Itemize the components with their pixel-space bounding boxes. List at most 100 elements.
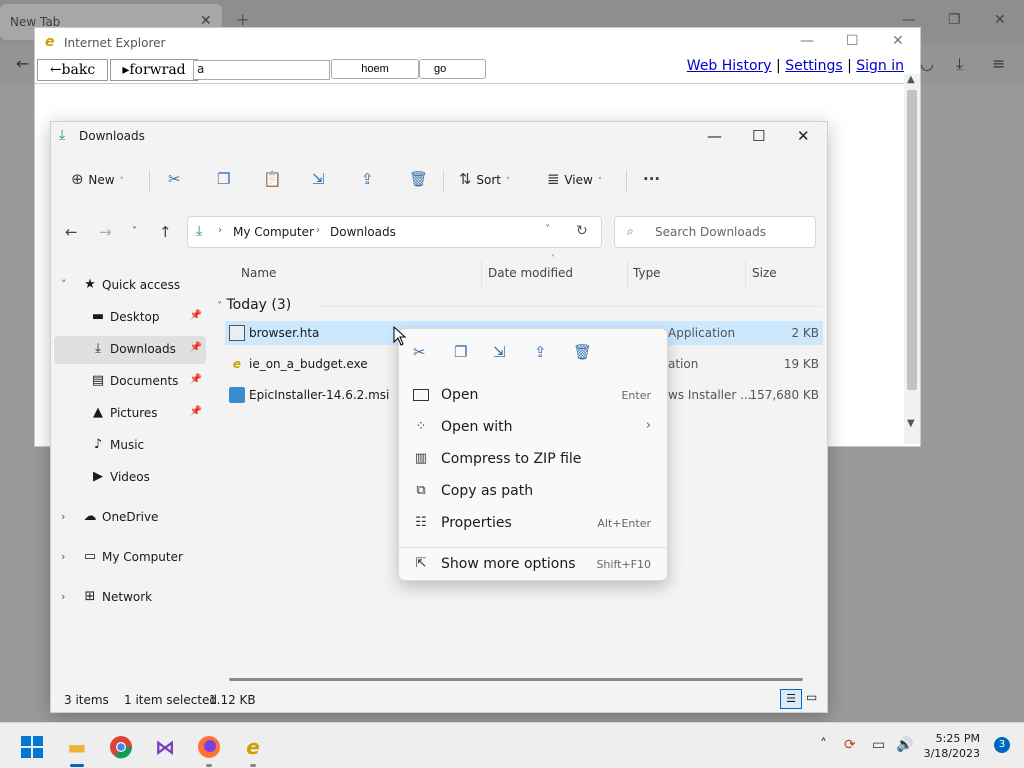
- system-clock[interactable]: 5:25 PM 3/18/2023: [924, 731, 980, 761]
- explorer-maximize-icon[interactable]: ☐: [752, 127, 765, 145]
- new-label: New: [88, 173, 115, 187]
- go-button[interactable]: go: [419, 59, 486, 79]
- back-arrow-icon[interactable]: ←: [65, 223, 78, 241]
- rename-icon[interactable]: ⇲: [493, 343, 506, 361]
- visual-studio-icon[interactable]: ⋈: [149, 731, 181, 763]
- refresh-icon[interactable]: ↻: [576, 223, 588, 239]
- nav-item-desktop[interactable]: ▬ Desktop 📌: [54, 304, 206, 332]
- nav-item-videos[interactable]: ▶ Videos: [54, 464, 206, 492]
- horizontal-scrollbar[interactable]: [229, 678, 803, 681]
- group-header-today[interactable]: ˅ Today (3): [217, 297, 291, 313]
- file-explorer-icon[interactable]: ▬: [61, 731, 93, 767]
- new-button[interactable]: ⊕ New ˅: [71, 170, 124, 188]
- nav-label: OneDrive: [102, 510, 159, 524]
- breadcrumb-downloads[interactable]: Downloads: [330, 225, 396, 239]
- browser-back-icon[interactable]: ←: [16, 54, 29, 73]
- display-icon[interactable]: ▭: [872, 737, 885, 753]
- menu-icon[interactable]: ≡: [992, 54, 1005, 73]
- up-arrow-icon[interactable]: ↑: [159, 223, 172, 241]
- expand-chevron-icon[interactable]: ›: [61, 510, 65, 523]
- scroll-down-icon[interactable]: ▼: [907, 418, 915, 429]
- menu-item-label: Show more options: [441, 556, 576, 572]
- tiles-view-icon[interactable]: ▭: [806, 690, 817, 704]
- explorer-minimize-icon[interactable]: —: [707, 127, 722, 145]
- more-options-icon[interactable]: ···: [643, 170, 660, 188]
- nav-item-music[interactable]: ♪ Music: [54, 432, 206, 460]
- nav-item-documents[interactable]: ▤ Documents 📌: [54, 368, 206, 396]
- browser-minimize-icon[interactable]: —: [902, 12, 916, 28]
- copy-icon[interactable]: ❐: [454, 343, 467, 361]
- forward-arrow-icon[interactable]: →: [99, 223, 112, 241]
- share-icon[interactable]: ⇪: [361, 170, 374, 188]
- back-button[interactable]: ←bakc: [37, 59, 108, 81]
- ie-scrollbar[interactable]: ▲ ▼: [904, 74, 920, 444]
- explorer-close-icon[interactable]: ✕: [797, 127, 810, 145]
- rename-icon[interactable]: ⇲: [312, 170, 325, 188]
- column-header-name[interactable]: Name: [241, 266, 276, 280]
- show-hidden-icons-icon[interactable]: ˄: [820, 737, 827, 753]
- file-type: ws Installer ...: [668, 388, 752, 402]
- recent-locations-icon[interactable]: ˅: [132, 226, 137, 237]
- nav-item-downloads[interactable]: ⤓ Downloads 📌: [54, 336, 206, 364]
- sort-button[interactable]: ⇅ Sort ˅: [459, 170, 510, 188]
- menu-item-open[interactable]: Open Enter: [403, 380, 665, 410]
- forward-button[interactable]: ▸forwrad: [110, 59, 198, 81]
- ie-minimize-icon[interactable]: —: [800, 33, 814, 49]
- notification-badge[interactable]: 3: [994, 737, 1010, 753]
- address-bar[interactable]: ⤓ › My Computer › Downloads ˅ ↻: [187, 216, 602, 248]
- menu-item-copy-as-path[interactable]: ⧉ Copy as path: [403, 476, 665, 506]
- expand-chevron-icon[interactable]: ˅: [61, 278, 67, 291]
- details-view-icon[interactable]: ☰: [780, 689, 802, 709]
- status-size: 1.12 KB: [209, 693, 256, 707]
- menu-item-properties[interactable]: ☷ Properties Alt+Enter: [403, 508, 665, 538]
- firefox-icon[interactable]: [193, 731, 225, 767]
- sync-icon[interactable]: ⟳: [844, 737, 856, 753]
- windows-start-icon[interactable]: [16, 731, 48, 763]
- collapse-chevron-icon[interactable]: ˅: [217, 301, 222, 312]
- nav-item-my-computer[interactable]: › ▭ My Computer: [54, 544, 206, 572]
- delete-icon[interactable]: 🗑: [573, 343, 592, 361]
- address-dropdown-icon[interactable]: ˅: [545, 224, 550, 235]
- copy-icon[interactable]: ❐: [217, 170, 230, 188]
- sign-in-link[interactable]: Sign in: [856, 58, 904, 74]
- pocket-icon[interactable]: ◡: [920, 54, 934, 73]
- settings-link[interactable]: Settings: [785, 58, 842, 74]
- breadcrumb-my-computer[interactable]: My Computer: [233, 225, 314, 239]
- group-divider: [319, 306, 821, 307]
- ie-close-icon[interactable]: ✕: [892, 33, 904, 49]
- ie-maximize-icon[interactable]: ☐: [846, 33, 859, 49]
- url-input[interactable]: a: [193, 60, 330, 80]
- menu-item-show-more-options[interactable]: ⇱ Show more options Shift+F10: [403, 549, 665, 579]
- search-input[interactable]: ⌕ Search Downloads: [614, 216, 816, 248]
- scroll-up-icon[interactable]: ▲: [907, 74, 915, 85]
- nav-item-pictures[interactable]: ▲ Pictures 📌: [54, 400, 206, 428]
- status-bar: 3 items 1 item selected 1.12 KB ☰ ▭: [51, 688, 827, 712]
- paste-icon[interactable]: 📋: [263, 170, 282, 188]
- file-size: 2 KB: [791, 326, 819, 340]
- browser-close-icon[interactable]: ✕: [994, 12, 1006, 28]
- expand-chevron-icon[interactable]: ›: [61, 550, 65, 563]
- column-header-type[interactable]: Type: [633, 266, 661, 280]
- cut-icon[interactable]: ✂: [168, 170, 181, 188]
- column-header-size[interactable]: Size: [752, 266, 777, 280]
- home-button[interactable]: hoem: [331, 59, 419, 79]
- view-button[interactable]: ≣ View ˅: [547, 170, 602, 188]
- share-icon[interactable]: ⇪: [534, 343, 547, 361]
- delete-icon[interactable]: 🗑: [409, 170, 428, 188]
- browser-restore-icon[interactable]: ❐: [948, 12, 961, 28]
- menu-item-compress-zip[interactable]: ▥ Compress to ZIP file: [403, 444, 665, 474]
- nav-item-network[interactable]: › ⊞ Network: [54, 584, 206, 612]
- ie-scroll-thumb[interactable]: [907, 90, 917, 390]
- cut-icon[interactable]: ✂: [413, 343, 426, 361]
- chrome-icon[interactable]: [105, 731, 137, 763]
- downloads-icon[interactable]: ⤓: [956, 54, 963, 74]
- expand-chevron-icon[interactable]: ›: [61, 590, 65, 603]
- menu-item-open-with[interactable]: ⁘ Open with ›: [403, 412, 665, 442]
- nav-item-quick-access[interactable]: ˅ ★ Quick access: [54, 272, 206, 300]
- nav-item-onedrive[interactable]: › ☁ OneDrive: [54, 504, 206, 532]
- column-header-date[interactable]: Date modified: [488, 266, 573, 280]
- ie-app-icon[interactable]: e: [237, 731, 269, 767]
- volume-icon[interactable]: 🔊: [896, 737, 913, 753]
- status-selection: 1 item selected: [124, 693, 218, 707]
- web-history-link[interactable]: Web History: [687, 58, 772, 74]
